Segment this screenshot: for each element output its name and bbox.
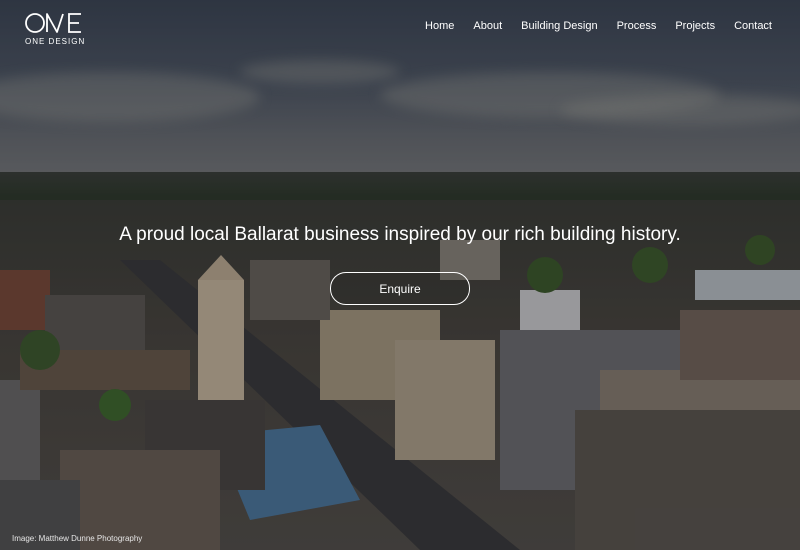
logo-text: ONE DESIGN xyxy=(25,37,86,46)
image-credit: Image: Matthew Dunne Photography xyxy=(12,534,143,543)
nav-projects[interactable]: Projects xyxy=(675,20,715,32)
nav-about[interactable]: About xyxy=(473,20,502,32)
logo[interactable]: ONE DESIGN xyxy=(25,12,85,46)
enquire-button[interactable]: Enquire xyxy=(330,272,470,305)
hero-section: ONE DESIGN Home About Building Design Pr… xyxy=(0,0,800,550)
main-nav: Home About Building Design Process Proje… xyxy=(425,20,772,32)
logo-mark-icon xyxy=(25,13,81,33)
nav-contact[interactable]: Contact xyxy=(734,20,772,32)
nav-process[interactable]: Process xyxy=(617,20,657,32)
hero-headline: A proud local Ballarat business inspired… xyxy=(119,224,681,245)
nav-home[interactable]: Home xyxy=(425,20,454,32)
nav-building-design[interactable]: Building Design xyxy=(521,20,597,32)
